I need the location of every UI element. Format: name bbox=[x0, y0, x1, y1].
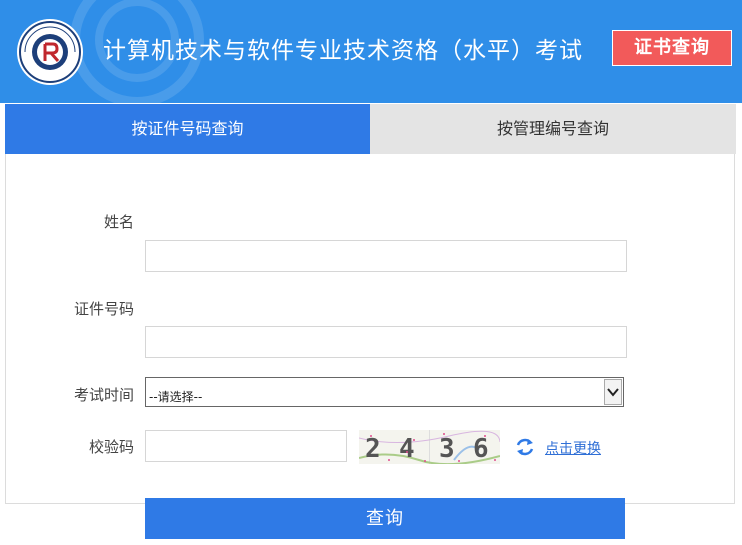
id-number-input[interactable] bbox=[145, 326, 627, 358]
captcha-image[interactable]: 2 4 3 6 bbox=[359, 430, 500, 464]
name-input[interactable] bbox=[145, 240, 627, 272]
query-tabs: 按证件号码查询 按管理编号查询 bbox=[5, 104, 736, 154]
refresh-icon[interactable] bbox=[514, 436, 536, 458]
page-title: 计算机技术与软件专业技术资格（水平）考试 bbox=[103, 38, 583, 64]
id-number-label: 证件号码 bbox=[73, 300, 134, 318]
refresh-captcha-link[interactable]: 点击更换 bbox=[545, 438, 601, 458]
logo-icon bbox=[17, 19, 83, 85]
name-label: 姓名 bbox=[103, 213, 134, 231]
tab-management-number[interactable]: 按管理编号查询 bbox=[370, 104, 736, 154]
exam-time-selected: --请选择-- bbox=[149, 390, 203, 404]
exam-time-select[interactable]: --请选择-- bbox=[145, 377, 624, 407]
captcha-digit-2: 4 bbox=[399, 434, 415, 464]
captcha-digit-4: 6 bbox=[473, 434, 489, 464]
query-submit-button[interactable]: 查询 bbox=[145, 498, 625, 539]
chevron-down-icon[interactable] bbox=[604, 379, 622, 405]
captcha-input[interactable] bbox=[145, 430, 347, 462]
exam-time-label: 考试时间 bbox=[73, 386, 134, 404]
captcha-digit-1: 2 bbox=[365, 434, 381, 464]
tab-id-number[interactable]: 按证件号码查询 bbox=[5, 104, 370, 154]
captcha-label: 校验码 bbox=[88, 438, 134, 456]
header-bar: 计算机技术与软件专业技术资格（水平）考试 证书查询 bbox=[0, 0, 742, 103]
captcha-digit-3: 3 bbox=[439, 434, 455, 464]
certificate-query-button[interactable]: 证书查询 bbox=[612, 30, 732, 66]
